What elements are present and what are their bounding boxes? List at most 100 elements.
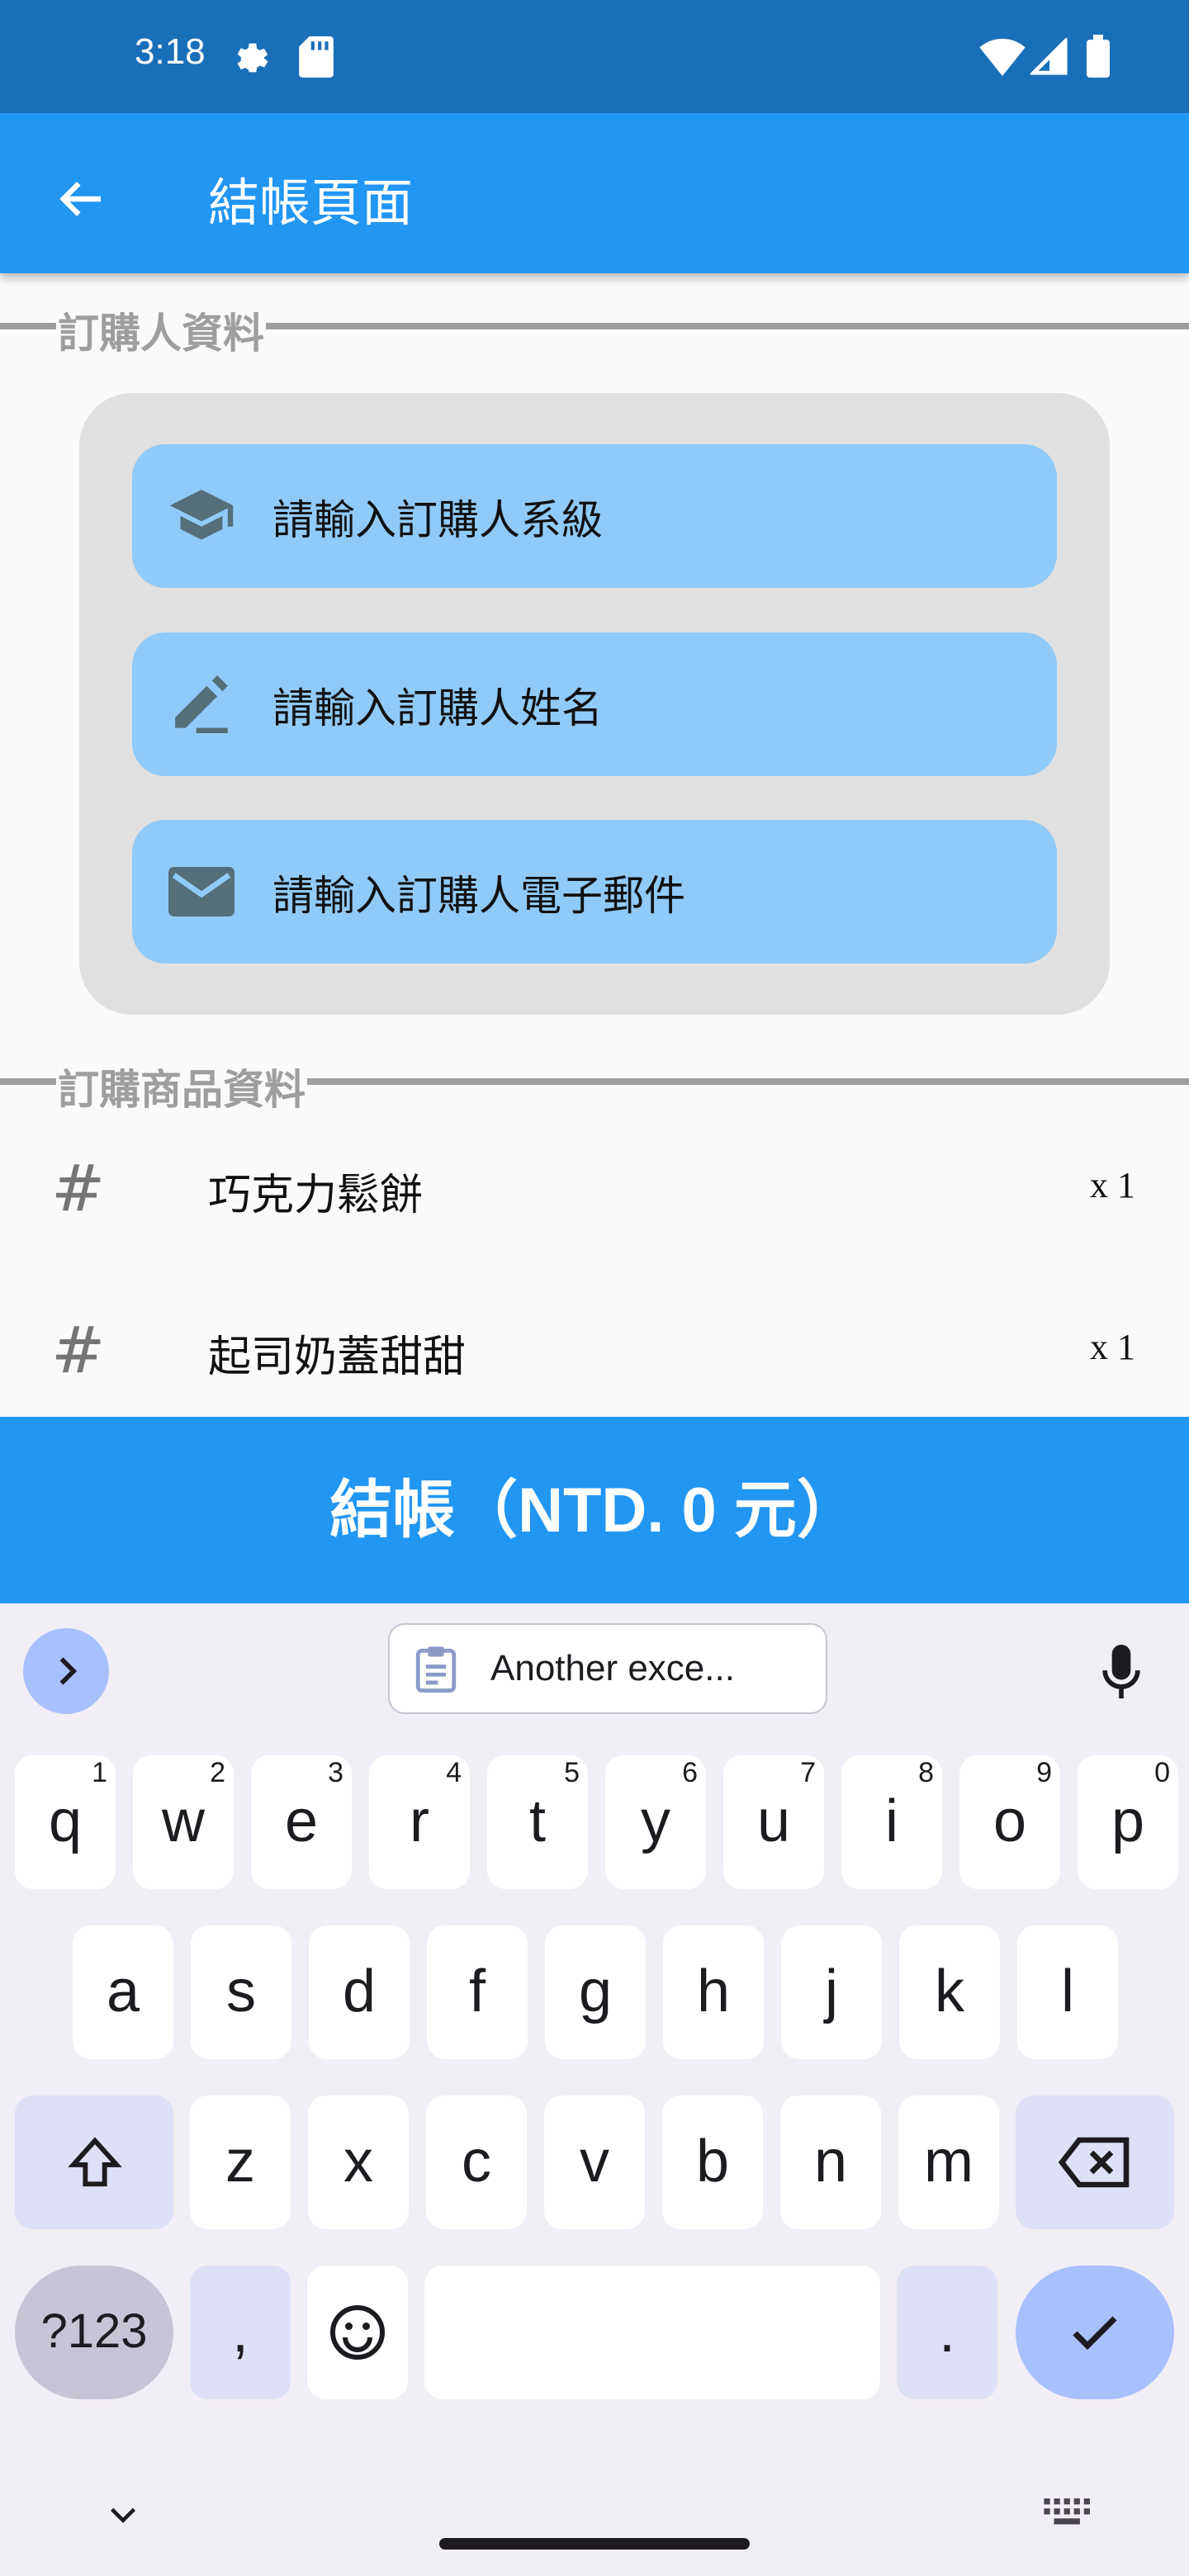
key-number-hint: 2	[210, 1757, 225, 1788]
key-label: u	[756, 1788, 791, 1854]
pencil-icon	[175, 675, 228, 733]
app-bar: 結帳頁面	[0, 113, 1189, 273]
key-label: o	[992, 1788, 1027, 1854]
name-placeholder: 請輸入訂購人姓名	[272, 684, 603, 732]
key-b[interactable]: b	[662, 2095, 763, 2229]
emoji-icon	[330, 2305, 385, 2360]
chevron-right-icon	[59, 1657, 78, 1685]
key-d[interactable]: d	[309, 1925, 410, 2059]
key-y[interactable]: y6	[605, 1755, 706, 1889]
key-j[interactable]: j	[781, 1925, 882, 2059]
period-key[interactable]: .	[897, 2266, 997, 2399]
key-number-hint: 1	[92, 1757, 107, 1788]
key-label: p	[1111, 1788, 1145, 1854]
email-field[interactable]: 請輸入訂購人電子郵件	[132, 820, 1057, 964]
key-z[interactable]: z	[190, 2095, 291, 2229]
key-label: k	[935, 1958, 964, 2024]
key-label: l	[1061, 1958, 1074, 2024]
key-label: a	[106, 1958, 140, 2024]
key-g[interactable]: g	[545, 1925, 646, 2059]
backspace-key[interactable]	[1016, 2095, 1174, 2229]
hash-icon: #	[51, 1314, 106, 1388]
key-number-hint: 7	[800, 1757, 816, 1788]
key-h[interactable]: h	[663, 1925, 764, 2059]
key-p[interactable]: p0	[1078, 1755, 1178, 1889]
key-number-hint: 0	[1154, 1757, 1170, 1788]
key-f[interactable]: f	[427, 1925, 528, 2059]
key-label: m	[924, 2129, 973, 2195]
status-bar: 3:18	[0, 0, 1189, 113]
hash-icon: #	[51, 1152, 106, 1226]
key-v[interactable]: v	[544, 2095, 645, 2229]
list-item[interactable]: # 起司奶蓋甜甜 x 1	[0, 1268, 1189, 1430]
key-label: i	[885, 1788, 898, 1854]
back-arrow-icon[interactable]	[54, 173, 107, 225]
key-c[interactable]: c	[426, 2095, 527, 2229]
backspace-icon	[1058, 2137, 1130, 2188]
key-label: q	[48, 1788, 83, 1854]
department-placeholder: 請輸入訂購人系級	[272, 496, 603, 544]
key-label: t	[528, 1788, 546, 1854]
key-r[interactable]: r4	[369, 1755, 470, 1889]
key-label: w	[162, 1788, 205, 1854]
key-label: f	[468, 1958, 486, 2024]
key-q[interactable]: q1	[15, 1755, 116, 1889]
key-number-hint: 4	[446, 1757, 462, 1788]
space-key[interactable]	[424, 2266, 880, 2399]
key-m[interactable]: m	[898, 2095, 999, 2229]
microphone-icon[interactable]	[1100, 1645, 1143, 1701]
clipboard-text: Another exce...	[490, 1648, 735, 1688]
hide-keyboard-icon[interactable]	[104, 2495, 142, 2533]
clipboard-suggestion[interactable]: Another exce...	[388, 1623, 827, 1714]
checkout-button[interactable]: 結帳（NTD. 0 元）	[0, 1417, 1189, 1603]
emoji-key[interactable]	[307, 2266, 408, 2399]
status-time: 3:18	[135, 31, 206, 72]
key-label: c	[462, 2129, 491, 2195]
key-n[interactable]: n	[780, 2095, 881, 2229]
battery-icon	[1087, 35, 1110, 78]
key-a[interactable]: a	[73, 1925, 173, 2059]
sd-card-icon	[299, 36, 334, 78]
item-name: 起司奶蓋甜甜	[208, 1333, 467, 1382]
key-e[interactable]: e3	[251, 1755, 352, 1889]
enter-key[interactable]	[1016, 2266, 1174, 2399]
key-t[interactable]: t5	[487, 1755, 588, 1889]
key-x[interactable]: x	[308, 2095, 409, 2229]
key-label: d	[342, 1958, 377, 2024]
symbols-key[interactable]: ?123	[15, 2266, 173, 2399]
name-field[interactable]: 請輸入訂購人姓名	[132, 632, 1057, 776]
home-indicator	[439, 2538, 750, 2550]
settings-icon	[237, 43, 268, 73]
key-number-hint: 9	[1036, 1757, 1052, 1788]
key-number-hint: 6	[682, 1757, 698, 1788]
keyboard-switch-icon[interactable]	[1042, 2492, 1090, 2533]
key-number-hint: 8	[918, 1757, 934, 1788]
key-number-hint: 5	[564, 1757, 580, 1788]
department-field[interactable]: 請輸入訂購人系級	[132, 444, 1057, 588]
key-k[interactable]: k	[899, 1925, 1000, 2059]
key-label: y	[641, 1788, 670, 1854]
key-label: z	[225, 2129, 255, 2195]
item-quantity: x 1	[1090, 1327, 1135, 1367]
keyboard: Another exce... ?123 , . q 1 w 2 e 3 r 4…	[0, 1603, 1189, 2576]
key-label: b	[695, 2129, 730, 2195]
page-title: 結帳頁面	[208, 173, 414, 233]
key-label: j	[825, 1958, 838, 2024]
item-name: 巧克力鬆餅	[208, 1171, 424, 1220]
expand-toolbar-button[interactable]	[23, 1628, 109, 1714]
list-item[interactable]: # 巧克力鬆餅 x 1	[0, 1106, 1189, 1268]
clipboard-icon	[415, 1646, 457, 1693]
key-w[interactable]: w2	[133, 1755, 234, 1889]
key-o[interactable]: o9	[959, 1755, 1060, 1889]
key-label: n	[813, 2129, 848, 2195]
key-i[interactable]: i8	[841, 1755, 942, 1889]
shift-key[interactable]	[15, 2095, 173, 2229]
key-s[interactable]: s	[191, 1925, 291, 2059]
comma-key[interactable]: ,	[190, 2266, 291, 2399]
key-number-hint: 3	[328, 1757, 343, 1788]
signal-icon	[1030, 38, 1068, 75]
item-quantity: x 1	[1090, 1165, 1135, 1205]
key-label: g	[578, 1958, 613, 2024]
key-u[interactable]: u7	[723, 1755, 824, 1889]
key-l[interactable]: l	[1017, 1925, 1118, 2059]
